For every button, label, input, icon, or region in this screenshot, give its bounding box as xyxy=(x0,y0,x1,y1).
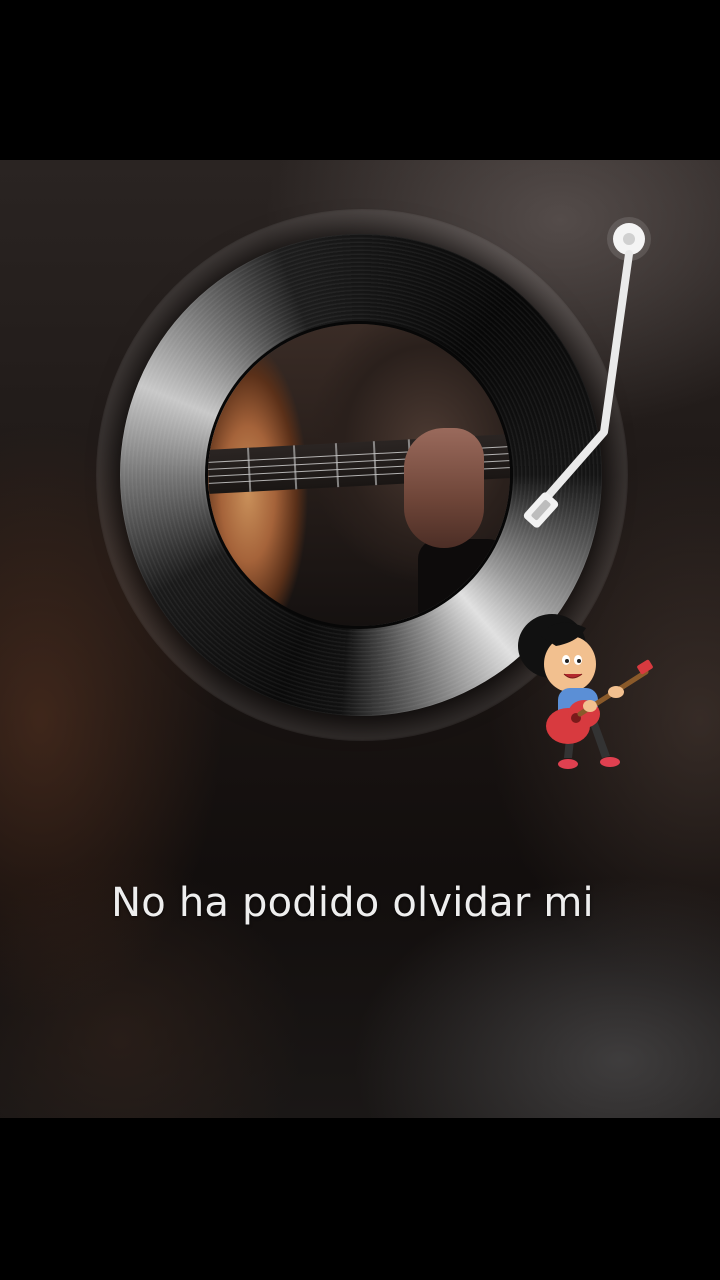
cartoon-boy-guitar-sticker xyxy=(518,614,653,769)
sleeve xyxy=(418,539,508,626)
video-screen[interactable]: No ha podido olvidar mi xyxy=(0,0,720,1280)
lyric-caption: No ha podido olvidar mi xyxy=(111,880,594,926)
hand xyxy=(404,428,484,548)
record-center-video xyxy=(208,324,510,626)
video-frame: No ha podido olvidar mi xyxy=(0,160,720,1118)
